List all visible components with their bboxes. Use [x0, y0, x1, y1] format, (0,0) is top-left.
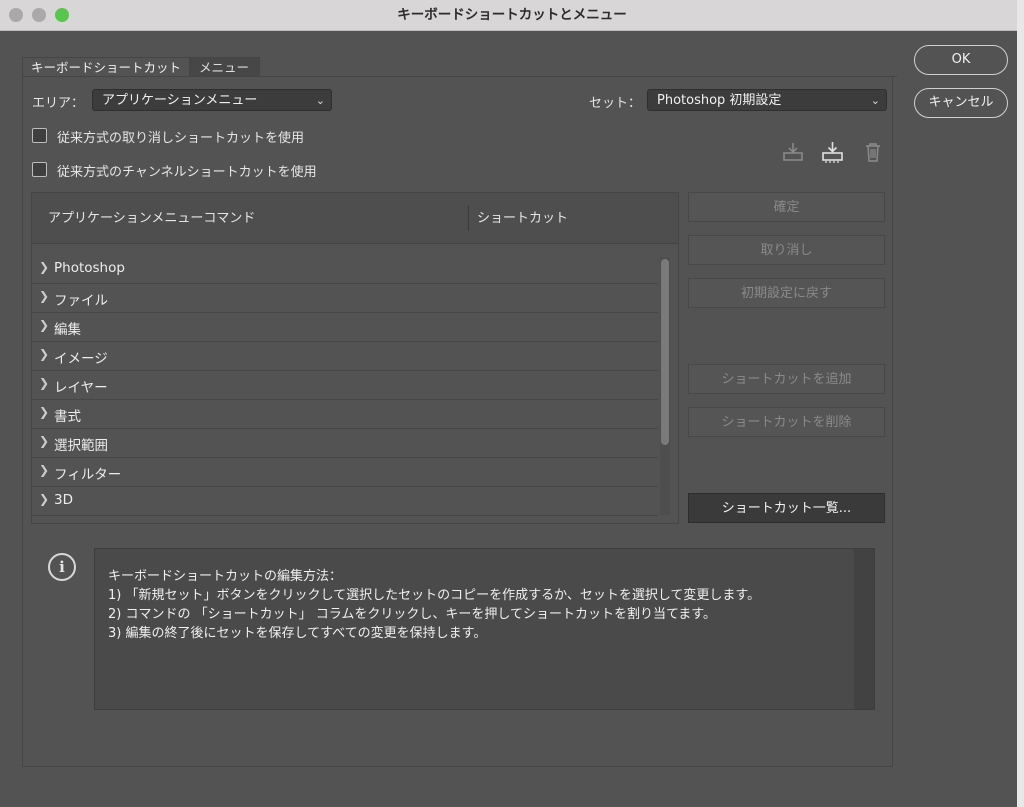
chevron-right-icon[interactable]: ❯	[39, 347, 49, 361]
area-select[interactable]: アプリケーションメニュー ⌄	[92, 89, 332, 111]
area-label: エリア：	[32, 96, 85, 111]
table-body: ❯ Photoshop ❯ ファイル ❯ 編集 ❯ イメージ ❯ レイヤー ❯ 書式 ❯ 選択…	[32, 255, 658, 521]
chevron-right-icon[interactable]: ❯	[39, 289, 49, 303]
table-row[interactable]: ❯ イメージ	[32, 342, 658, 371]
row-label: 書式	[54, 409, 81, 425]
shortcut-table: アプリケーションメニューコマンド ショートカット ❯ Photoshop ❯ ファイ…	[31, 192, 679, 524]
tab-menus[interactable]: メニュー	[190, 57, 260, 78]
set-select[interactable]: Photoshop 初期設定 ⌄	[647, 89, 887, 111]
table-row[interactable]: ❯ フィルター	[32, 458, 658, 487]
chevron-right-icon[interactable]: ❯	[39, 318, 49, 332]
chevron-right-icon[interactable]: ❯	[39, 434, 49, 448]
tab-keyboard-shortcuts[interactable]: キーボードショートカット	[22, 57, 190, 78]
table-row[interactable]: ❯表示	[32, 516, 658, 521]
row-label: レイヤー	[54, 380, 108, 396]
column-divider	[468, 205, 469, 231]
row-label: 編集	[54, 322, 81, 338]
row-label: イメージ	[54, 351, 108, 367]
info-icon: i	[48, 553, 76, 581]
table-row[interactable]: ❯ レイヤー	[32, 371, 658, 400]
set-select-value: Photoshop 初期設定	[657, 93, 782, 108]
legacy-undo-checkbox[interactable]	[32, 128, 47, 143]
summarize-button[interactable]: ショートカット一覧...	[688, 493, 885, 523]
table-header: アプリケーションメニューコマンド ショートカット	[32, 193, 678, 244]
chevron-right-icon[interactable]: ❯	[39, 376, 49, 390]
help-scrollbar[interactable]	[854, 549, 874, 709]
chevron-right-icon[interactable]: ❯	[39, 463, 49, 477]
chevron-down-icon: ⌄	[870, 94, 880, 107]
legacy-channel-checkbox[interactable]	[32, 162, 47, 177]
background-window-edge	[1017, 0, 1024, 807]
table-scrollbar[interactable]	[660, 257, 670, 515]
window-title: キーボードショートカットとメニュー	[397, 7, 627, 23]
table-row[interactable]: ❯ Photoshop	[32, 255, 658, 284]
accept-button[interactable]: 確定	[688, 192, 885, 222]
help-line-2: 2) コマンドの 「ショートカット」 コラムをクリックし、キーを押してショートカ…	[108, 607, 717, 622]
new-set-icon[interactable]	[821, 141, 843, 163]
row-label: Photoshop	[54, 260, 125, 276]
column-header-shortcut[interactable]: ショートカット	[477, 207, 568, 226]
table-row[interactable]: ❯ 編集	[32, 313, 658, 342]
ok-button[interactable]: OK	[914, 45, 1008, 75]
add-shortcut-button[interactable]: ショートカットを追加	[688, 364, 885, 394]
save-set-icon[interactable]	[782, 141, 804, 163]
use-default-button[interactable]: 初期設定に戻す	[688, 278, 885, 308]
legacy-undo-label: 従来方式の取り消しショートカットを使用	[57, 131, 305, 146]
help-line-1: 1) 「新規セット」ボタンをクリックして選択したセットのコピーを作成するか、セッ…	[108, 588, 761, 603]
help-line-3: 3) 編集の終了後にセットを保存してすべての変更を保持します。	[108, 626, 487, 641]
help-heading: キーボードショートカットの編集方法：	[108, 569, 343, 584]
table-row[interactable]: ❯ ファイル	[32, 284, 658, 313]
table-row[interactable]: ❯ 書式	[32, 400, 658, 429]
delete-shortcut-button[interactable]: ショートカットを削除	[688, 407, 885, 437]
delete-set-icon[interactable]	[862, 141, 884, 163]
row-label: 3D	[54, 492, 73, 508]
chevron-right-icon[interactable]: ❯	[39, 405, 49, 419]
scrollbar-thumb[interactable]	[661, 259, 669, 445]
cancel-button[interactable]: キャンセル	[914, 88, 1008, 118]
title-bar: キーボードショートカットとメニュー	[0, 0, 1024, 31]
table-row[interactable]: ❯ 選択範囲	[32, 429, 658, 458]
set-label: セット：	[589, 96, 642, 111]
table-row[interactable]: ❯ 3D	[32, 487, 658, 516]
column-header-command[interactable]: アプリケーションメニューコマンド	[48, 207, 255, 226]
row-label: ファイル	[54, 293, 108, 309]
help-text-box: キーボードショートカットの編集方法： 1) 「新規セット」ボタンをクリックして選…	[94, 548, 875, 710]
row-label: フィルター	[54, 467, 122, 483]
undo-button[interactable]: 取り消し	[688, 235, 885, 265]
legacy-channel-label: 従来方式のチャンネルショートカットを使用	[57, 165, 317, 180]
chevron-right-icon[interactable]: ❯	[39, 492, 49, 506]
chevron-right-icon[interactable]: ❯	[39, 260, 49, 274]
area-select-value: アプリケーションメニュー	[102, 93, 258, 108]
chevron-down-icon: ⌄	[315, 94, 325, 107]
row-label: 選択範囲	[54, 438, 108, 454]
